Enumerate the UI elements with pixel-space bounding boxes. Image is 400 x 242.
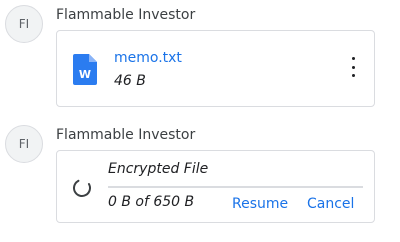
file-size: 46 B xyxy=(114,73,146,89)
file-attachment-card[interactable]: W memo.txt 46 B xyxy=(56,30,375,107)
cancel-button[interactable]: Cancel xyxy=(307,196,354,212)
avatar[interactable]: FI xyxy=(5,125,43,163)
transfer-progress-text: 0 B of 650 B xyxy=(108,194,195,210)
more-dot xyxy=(351,74,355,77)
more-options-button[interactable] xyxy=(346,57,360,77)
transfer-file-name: Encrypted File xyxy=(108,161,209,177)
file-name-link[interactable]: memo.txt xyxy=(114,50,182,66)
avatar[interactable]: FI xyxy=(5,5,43,43)
avatar-initials: FI xyxy=(18,17,30,31)
more-dot xyxy=(351,65,355,69)
avatar-initials: FI xyxy=(18,137,30,151)
word-document-icon: W xyxy=(73,54,97,85)
transfer-progress-bar xyxy=(108,186,363,188)
more-dot xyxy=(351,57,355,60)
loading-spinner-icon xyxy=(73,179,91,197)
sender-name: Flammable Investor xyxy=(56,127,196,143)
file-transfer-card: Encrypted File 0 B of 650 B Resume Cance… xyxy=(56,150,375,223)
resume-button[interactable]: Resume xyxy=(232,196,288,212)
file-icon-letter: W xyxy=(79,68,91,81)
sender-name: Flammable Investor xyxy=(56,7,196,23)
